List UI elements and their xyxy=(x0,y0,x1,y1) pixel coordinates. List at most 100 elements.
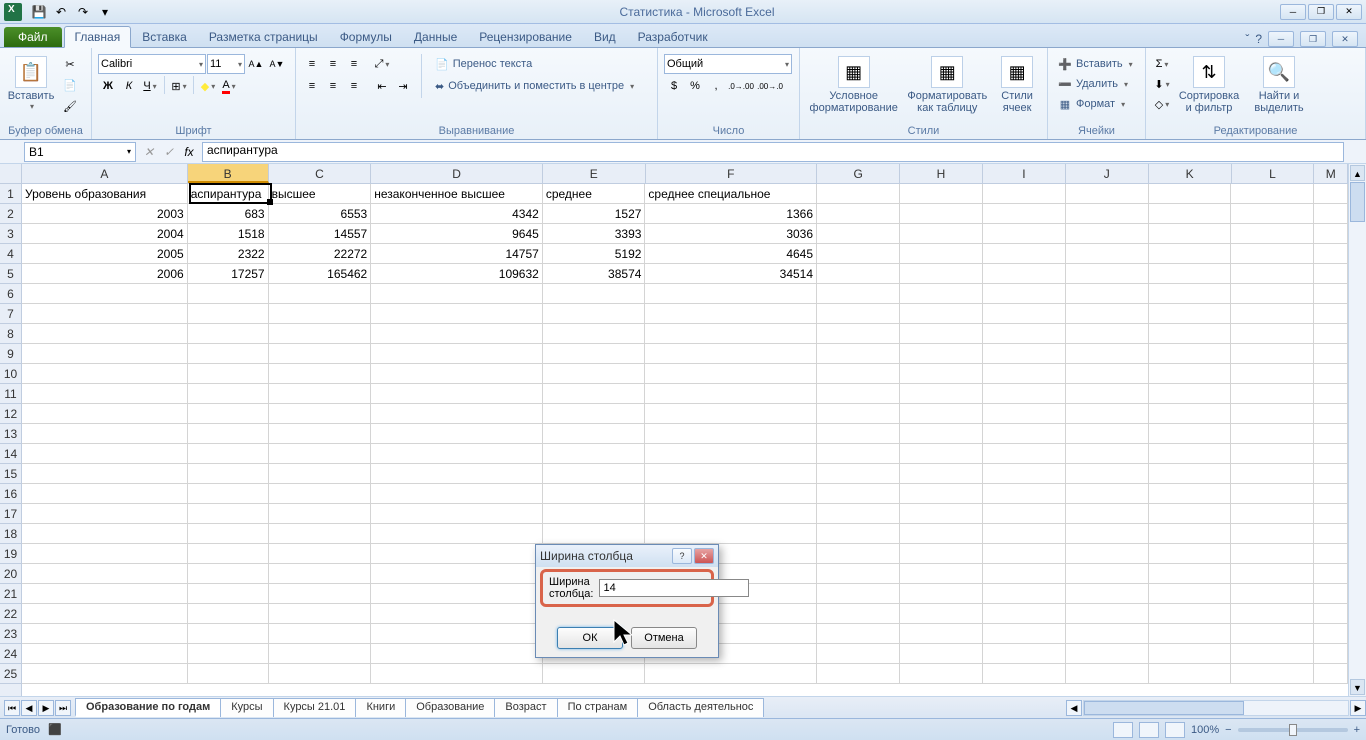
cell[interactable]: 34514 xyxy=(645,264,817,284)
currency-button[interactable]: $ xyxy=(664,76,684,96)
cell[interactable] xyxy=(1149,224,1232,244)
col-header-E[interactable]: E xyxy=(543,164,646,183)
cell[interactable] xyxy=(371,524,543,544)
cell[interactable] xyxy=(269,644,372,664)
vertical-scrollbar[interactable]: ▲ ▼ xyxy=(1348,164,1366,696)
cell[interactable]: среднее xyxy=(543,184,646,204)
row-header-25[interactable]: 25 xyxy=(0,664,21,684)
cell[interactable]: 3036 xyxy=(645,224,817,244)
cell[interactable] xyxy=(645,464,817,484)
cell[interactable] xyxy=(900,264,983,284)
row-header-21[interactable]: 21 xyxy=(0,584,21,604)
cell[interactable]: 109632 xyxy=(371,264,543,284)
row-header-3[interactable]: 3 xyxy=(0,224,21,244)
cut-button[interactable]: ✂ xyxy=(60,54,80,74)
cell[interactable]: 2005 xyxy=(22,244,188,264)
grow-font[interactable]: A▲ xyxy=(246,54,266,74)
cell[interactable] xyxy=(983,444,1066,464)
font-color-button[interactable]: A▾ xyxy=(219,76,239,96)
cell[interactable] xyxy=(188,664,269,684)
cell[interactable] xyxy=(900,544,983,564)
cell[interactable] xyxy=(983,404,1066,424)
cell[interactable] xyxy=(1066,264,1149,284)
font-size-combo[interactable]: 11▾ xyxy=(207,54,245,74)
cell[interactable] xyxy=(1314,264,1348,284)
cell[interactable] xyxy=(543,404,646,424)
cell[interactable] xyxy=(22,604,188,624)
cell[interactable] xyxy=(543,484,646,504)
cell-styles-button[interactable]: ▦ Стили ячеек xyxy=(993,54,1041,116)
cell[interactable] xyxy=(22,624,188,644)
cell[interactable] xyxy=(371,644,543,664)
cell[interactable] xyxy=(543,524,646,544)
cell[interactable] xyxy=(1066,444,1149,464)
delete-cells-button[interactable]: ➖Удалить▾ xyxy=(1054,74,1132,94)
file-tab[interactable]: Файл xyxy=(4,27,62,47)
ok-button[interactable]: ОК xyxy=(557,627,623,649)
cell[interactable] xyxy=(22,564,188,584)
cell[interactable] xyxy=(900,364,983,384)
percent-button[interactable]: % xyxy=(685,76,705,96)
cell[interactable] xyxy=(983,464,1066,484)
cell[interactable] xyxy=(543,364,646,384)
cell[interactable]: 2004 xyxy=(22,224,188,244)
cell[interactable] xyxy=(1231,244,1314,264)
cell[interactable] xyxy=(1149,444,1232,464)
cell[interactable] xyxy=(817,184,900,204)
cell[interactable] xyxy=(188,544,269,564)
cell[interactable] xyxy=(1066,664,1149,684)
row-header-11[interactable]: 11 xyxy=(0,384,21,404)
align-center[interactable]: ≡ xyxy=(323,76,343,96)
cell[interactable] xyxy=(900,184,983,204)
cell[interactable] xyxy=(1066,464,1149,484)
row-header-6[interactable]: 6 xyxy=(0,284,21,304)
zoom-handle[interactable] xyxy=(1289,724,1297,736)
cell[interactable] xyxy=(22,284,188,304)
italic-button[interactable]: К xyxy=(119,76,139,96)
cell[interactable] xyxy=(1314,184,1348,204)
cell[interactable] xyxy=(1314,364,1348,384)
cell[interactable] xyxy=(817,204,900,224)
cell[interactable] xyxy=(1231,564,1314,584)
format-cells-button[interactable]: ▦Формат▾ xyxy=(1054,94,1129,114)
cell[interactable] xyxy=(645,284,817,304)
cell[interactable]: высшее xyxy=(269,184,372,204)
cell[interactable] xyxy=(269,404,372,424)
cell[interactable] xyxy=(817,604,900,624)
workbook-minimize[interactable]: ─ xyxy=(1268,31,1294,47)
cell[interactable] xyxy=(900,424,983,444)
macro-record-icon[interactable]: ⬛ xyxy=(48,723,62,736)
cell[interactable]: 2003 xyxy=(22,204,188,224)
scroll-up[interactable]: ▲ xyxy=(1350,165,1365,181)
cell[interactable] xyxy=(817,304,900,324)
scroll-thumb[interactable] xyxy=(1350,182,1365,222)
cell[interactable] xyxy=(22,444,188,464)
cell[interactable] xyxy=(817,564,900,584)
cell[interactable]: 17257 xyxy=(188,264,269,284)
col-header-A[interactable]: A xyxy=(22,164,188,183)
sort-filter-button[interactable]: ⇅ Сортировка и фильтр xyxy=(1176,54,1242,116)
col-header-J[interactable]: J xyxy=(1066,164,1149,183)
cell[interactable] xyxy=(269,384,372,404)
cell[interactable] xyxy=(22,384,188,404)
cell[interactable] xyxy=(1314,244,1348,264)
cell[interactable] xyxy=(543,504,646,524)
decrease-indent[interactable]: ⇤ xyxy=(372,76,392,96)
sheet-tab[interactable]: Книги xyxy=(355,698,406,717)
cell[interactable] xyxy=(900,604,983,624)
cell[interactable]: 4645 xyxy=(645,244,817,264)
cell[interactable] xyxy=(188,344,269,364)
cell[interactable] xyxy=(188,444,269,464)
cell[interactable] xyxy=(645,384,817,404)
cell[interactable] xyxy=(1231,324,1314,344)
increase-indent[interactable]: ⇥ xyxy=(393,76,413,96)
cell[interactable] xyxy=(1231,344,1314,364)
cell[interactable] xyxy=(188,384,269,404)
cell[interactable] xyxy=(817,484,900,504)
col-header-K[interactable]: K xyxy=(1149,164,1232,183)
cell[interactable]: 3393 xyxy=(543,224,646,244)
cell[interactable] xyxy=(269,544,372,564)
cell[interactable] xyxy=(817,404,900,424)
cell[interactable] xyxy=(900,564,983,584)
align-left[interactable]: ≡ xyxy=(302,76,322,96)
